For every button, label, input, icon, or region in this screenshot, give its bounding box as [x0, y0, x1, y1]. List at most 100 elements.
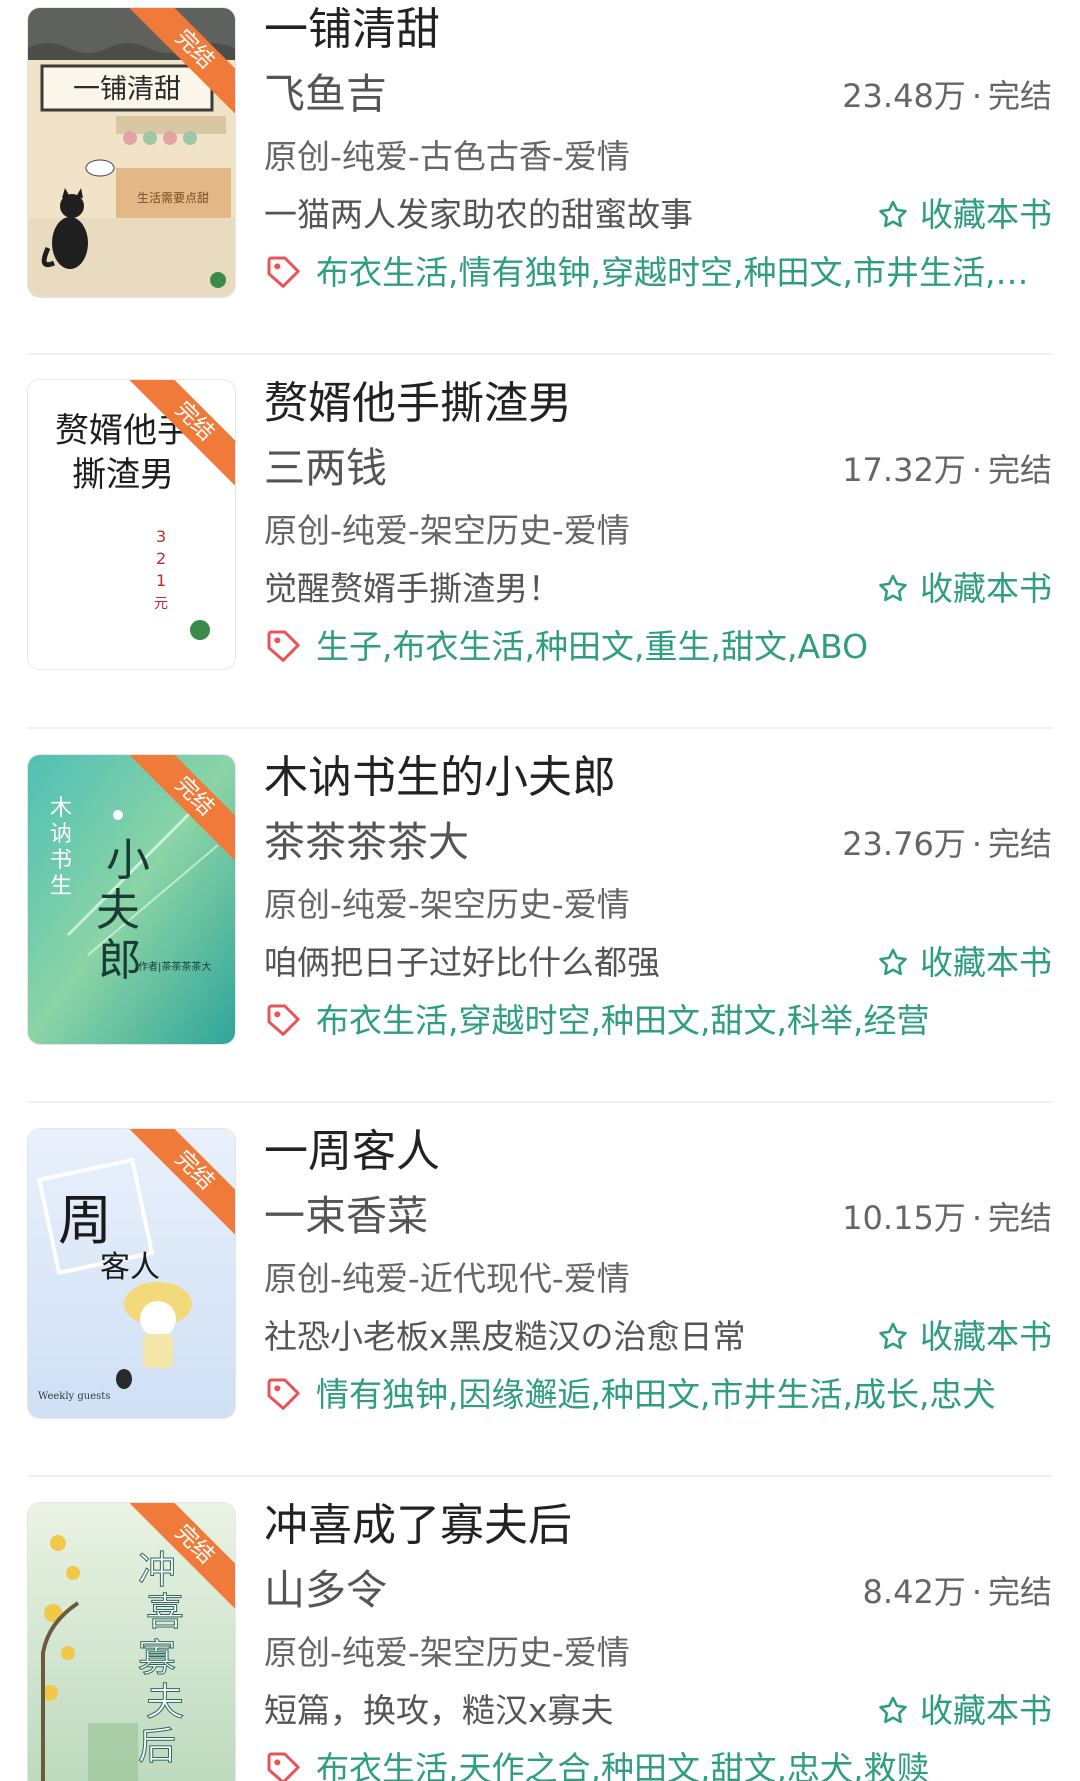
cover-title-text: 周 — [58, 1189, 112, 1252]
favorite-label: 收藏本书 — [920, 195, 1052, 234]
favorite-button[interactable]: 收藏本书 — [876, 1688, 1052, 1734]
word-count: 23.48万 — [842, 77, 966, 115]
svg-text:后: 后 — [138, 1724, 176, 1768]
svg-text:夫: 夫 — [96, 885, 140, 936]
favorite-label: 收藏本书 — [920, 1317, 1052, 1356]
book-title[interactable]: 冲喜成了寡夫后 — [264, 1498, 572, 1554]
star-icon — [879, 200, 907, 228]
book-category: 原创-纯爱-架空历史-爱情 — [264, 885, 630, 924]
completed-badge: 完结 — [125, 755, 235, 865]
completed-badge: 完结 — [125, 1503, 235, 1613]
book-status: 完结 — [987, 825, 1052, 863]
book-author[interactable]: 飞鱼吉 — [264, 68, 387, 120]
book-category: 原创-纯爱-古色古香-爱情 — [264, 137, 630, 176]
svg-text:3: 3 — [156, 527, 166, 546]
tags-row: 情有独钟,因缘邂逅,种田文,市井生活,成长,忠犬 — [264, 1372, 1052, 1418]
favorite-label: 收藏本书 — [920, 943, 1052, 982]
completed-badge: 完结 — [125, 8, 235, 118]
favorite-button[interactable]: 收藏本书 — [876, 566, 1052, 612]
book-item[interactable]: 冲 喜 寡 夫 后 完结 冲喜成了寡夫后 山多令 8.42万 · 完结 原创-纯爱-… — [0, 1496, 1080, 1781]
book-item[interactable]: 一铺清甜 生活需要点甜 完结 一铺清甜 飞鱼吉 23.48万 · 完结 原创-纯爱-… — [0, 0, 1080, 374]
book-cover[interactable]: 木 讷 书 生 小 夫 郎 作者|茶茶茶茶大 完结 — [28, 755, 235, 1044]
book-author[interactable]: 一束香菜 — [264, 1190, 428, 1242]
divider — [28, 1101, 1052, 1103]
book-category: 原创-纯爱-架空历史-爱情 — [264, 1633, 630, 1672]
book-status: 完结 — [987, 451, 1052, 489]
tag-icon — [267, 630, 300, 662]
favorite-label: 收藏本书 — [920, 569, 1052, 608]
cover-title-text: 木 — [50, 796, 72, 821]
favorite-button[interactable]: 收藏本书 — [876, 940, 1052, 986]
book-tags[interactable]: 布衣生活,情有独钟,穿越时空,种田文,市井生活,… — [316, 250, 1052, 296]
word-count: 10.15万 — [842, 1199, 966, 1237]
book-stats: 17.32万 · 完结 — [842, 451, 1052, 489]
book-author[interactable]: 山多令 — [264, 1564, 387, 1616]
book-title[interactable]: 一铺清甜 — [264, 2, 440, 58]
book-title[interactable]: 一周客人 — [264, 1124, 440, 1180]
svg-text:生: 生 — [50, 874, 72, 899]
svg-text:作者|茶茶茶茶大: 作者|茶茶茶茶大 — [138, 960, 211, 973]
book-tags[interactable]: 布衣生活,天作之合,种田文,甜文,忠犬,救赎 — [316, 1746, 1052, 1781]
favorite-label: 收藏本书 — [920, 1691, 1052, 1730]
svg-text:郎: 郎 — [98, 935, 142, 986]
book-summary: 觉醒赘婿手撕渣男！ — [264, 569, 561, 608]
tags-row: 布衣生活,情有独钟,穿越时空,种田文,市井生活,… — [264, 250, 1052, 296]
book-summary: 一猫两人发家助农的甜蜜故事 — [264, 195, 693, 234]
star-icon — [879, 948, 907, 976]
star-icon — [879, 1322, 907, 1350]
favorite-button[interactable]: 收藏本书 — [876, 1314, 1052, 1360]
book-item[interactable]: 周 客人 Weekly guests 完结 一周客人 一束香菜 10.15万 · 完… — [0, 1122, 1080, 1496]
tags-row: 生子,布衣生活,种田文,重生,甜文,ABO — [264, 624, 1052, 670]
svg-text:书: 书 — [50, 848, 72, 873]
tags-row: 布衣生活,穿越时空,种田文,甜文,科举,经营 — [264, 998, 1052, 1044]
word-count: 8.42万 — [862, 1573, 966, 1611]
word-count: 23.76万 — [842, 825, 966, 863]
svg-text:Weekly guests: Weekly guests — [38, 1391, 110, 1402]
book-status: 完结 — [987, 1573, 1052, 1611]
book-cover[interactable]: 赘婿他手 撕渣男 3 2 1 元 完结 — [28, 380, 235, 669]
tag-icon — [267, 1752, 300, 1781]
book-item[interactable]: 赘婿他手 撕渣男 3 2 1 元 完结 赘婿他手撕渣男 三两钱 17.32万 · 完… — [0, 374, 1080, 748]
star-icon — [879, 574, 907, 602]
divider — [28, 1475, 1052, 1477]
book-summary: 短篇，换攻，糙汉x寡夫 — [264, 1691, 614, 1730]
svg-text:元: 元 — [154, 596, 168, 612]
book-stats: 23.76万 · 完结 — [842, 825, 1052, 863]
divider — [28, 353, 1052, 355]
book-status: 完结 — [987, 1199, 1052, 1237]
book-category: 原创-纯爱-近代现代-爱情 — [264, 1259, 630, 1298]
favorite-button[interactable]: 收藏本书 — [876, 192, 1052, 238]
book-item[interactable]: 木 讷 书 生 小 夫 郎 作者|茶茶茶茶大 完结 木讷书生的小夫郎 茶茶茶茶大… — [0, 748, 1080, 1122]
book-title[interactable]: 赘婿他手撕渣男 — [264, 376, 572, 432]
svg-text:寡: 寡 — [138, 1636, 176, 1680]
book-author[interactable]: 三两钱 — [264, 442, 387, 494]
book-cover[interactable]: 周 客人 Weekly guests 完结 — [28, 1129, 235, 1418]
tag-icon — [267, 256, 300, 288]
book-cover[interactable]: 一铺清甜 生活需要点甜 完结 — [28, 8, 235, 297]
book-tags[interactable]: 生子,布衣生活,种田文,重生,甜文,ABO — [316, 624, 1052, 670]
book-stats: 8.42万 · 完结 — [862, 1573, 1052, 1611]
book-tags[interactable]: 布衣生活,穿越时空,种田文,甜文,科举,经营 — [316, 998, 1052, 1044]
book-tags[interactable]: 情有独钟,因缘邂逅,种田文,市井生活,成长,忠犬 — [316, 1372, 1052, 1418]
svg-text:讷: 讷 — [50, 822, 72, 847]
completed-badge: 完结 — [125, 380, 235, 490]
svg-text:生活需要点甜: 生活需要点甜 — [137, 191, 209, 205]
tag-icon — [267, 1004, 300, 1036]
tag-icon — [267, 1378, 300, 1410]
book-summary: 社恐小老板x黑皮糙汉の治愈日常 — [264, 1317, 746, 1356]
word-count: 17.32万 — [842, 451, 966, 489]
svg-text:2: 2 — [156, 549, 166, 568]
book-title[interactable]: 木讷书生的小夫郎 — [264, 750, 616, 806]
book-category: 原创-纯爱-架空历史-爱情 — [264, 511, 630, 550]
tags-row: 布衣生活,天作之合,种田文,甜文,忠犬,救赎 — [264, 1746, 1052, 1781]
svg-text:1: 1 — [156, 571, 166, 590]
completed-badge: 完结 — [125, 1129, 235, 1239]
star-icon — [879, 1696, 907, 1724]
book-status: 完结 — [987, 77, 1052, 115]
svg-text:客人: 客人 — [100, 1250, 160, 1285]
book-stats: 10.15万 · 完结 — [842, 1199, 1052, 1237]
book-author[interactable]: 茶茶茶茶大 — [264, 816, 469, 868]
book-stats: 23.48万 · 完结 — [842, 77, 1052, 115]
book-cover[interactable]: 冲 喜 寡 夫 后 完结 — [28, 1503, 235, 1781]
divider — [28, 727, 1052, 729]
